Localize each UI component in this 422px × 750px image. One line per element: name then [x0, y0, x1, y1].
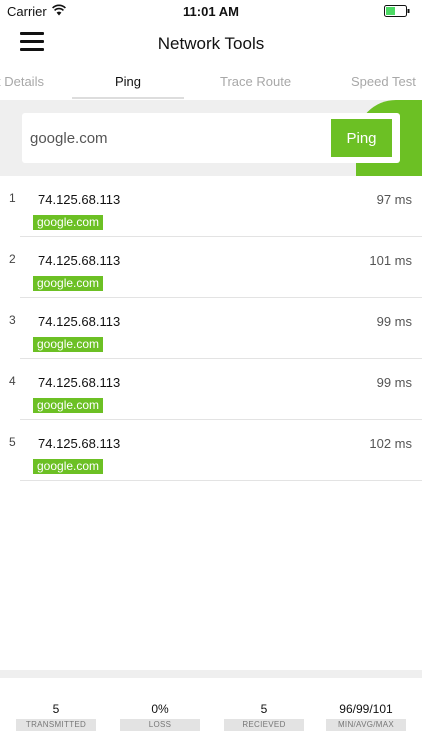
list-item: 1 74.125.68.113 97 ms google.com	[0, 176, 422, 237]
result-host-badge: google.com	[33, 459, 104, 474]
stat-transmitted: 5 TRANSMITTED	[16, 702, 96, 731]
stat-label: TRANSMITTED	[16, 719, 96, 731]
stat-label: RECIEVED	[224, 719, 304, 731]
battery-icon	[384, 5, 410, 17]
result-index: 2	[9, 252, 16, 266]
ping-statistics: 5 TRANSMITTED 0% LOSS 5 RECIEVED 96/99/1…	[0, 678, 422, 750]
result-host-badge: google.com	[33, 215, 104, 230]
stat-value: 5	[260, 702, 268, 716]
list-item: 3 74.125.68.113 99 ms google.com	[0, 298, 422, 359]
stat-loss: 0% LOSS	[120, 702, 200, 731]
stat-min-avg-max: 96/99/101 MIN/AVG/MAX	[326, 702, 406, 731]
footer-divider	[0, 670, 422, 678]
stat-received: 5 RECIEVED	[224, 702, 304, 731]
result-ip: 74.125.68.113	[38, 253, 121, 268]
tab-speed-test[interactable]: Speed Test	[351, 74, 416, 89]
host-input[interactable]	[30, 123, 320, 153]
list-item: 5 74.125.68.113 102 ms google.com	[0, 420, 422, 481]
result-time: 97 ms	[376, 192, 412, 207]
result-host-badge: google.com	[33, 276, 104, 291]
stat-value: 5	[52, 702, 60, 716]
result-time: 99 ms	[376, 375, 412, 390]
active-tab-indicator	[72, 97, 184, 99]
tab-ping[interactable]: Ping	[115, 74, 141, 89]
result-time: 101 ms	[369, 253, 412, 268]
search-area: Ping	[0, 100, 422, 176]
result-ip: 74.125.68.113	[38, 314, 121, 329]
result-time: 102 ms	[369, 436, 412, 451]
result-host-badge: google.com	[33, 337, 104, 352]
tab-bar: t Details Ping Trace Route Speed Test	[0, 66, 422, 100]
result-ip: 74.125.68.113	[38, 375, 121, 390]
result-index: 5	[9, 435, 16, 449]
ping-results-list: 1 74.125.68.113 97 ms google.com 2 74.12…	[0, 176, 422, 481]
list-item: 4 74.125.68.113 99 ms google.com	[0, 359, 422, 420]
tab-trace-route[interactable]: Trace Route	[220, 74, 291, 89]
result-index: 3	[9, 313, 16, 327]
stat-value: 96/99/101	[339, 702, 393, 716]
stat-value: 0%	[151, 702, 169, 716]
ping-button[interactable]: Ping	[331, 119, 392, 157]
list-item: 2 74.125.68.113 101 ms google.com	[0, 237, 422, 298]
result-ip: 74.125.68.113	[38, 436, 121, 451]
result-time: 99 ms	[376, 314, 412, 329]
navigation-header: Network Tools	[0, 22, 422, 66]
page-title: Network Tools	[157, 34, 265, 53]
search-box: Ping	[22, 113, 400, 163]
tab-details[interactable]: t Details	[0, 74, 44, 89]
result-index: 4	[9, 374, 16, 388]
status-bar: Carrier 11:01 AM	[0, 0, 422, 22]
stat-label: LOSS	[120, 719, 200, 731]
result-host-badge: google.com	[33, 398, 104, 413]
result-ip: 74.125.68.113	[38, 192, 121, 207]
stat-label: MIN/AVG/MAX	[326, 719, 406, 731]
result-index: 1	[9, 191, 16, 205]
status-time: 11:01 AM	[183, 4, 239, 19]
